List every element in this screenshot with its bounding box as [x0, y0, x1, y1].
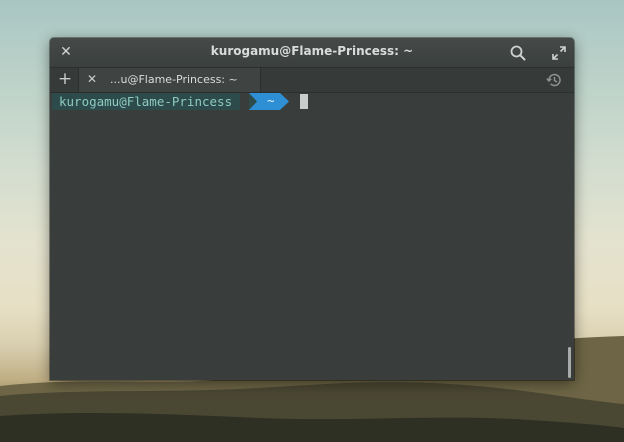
scrollbar[interactable] [568, 347, 571, 378]
tab-terminal[interactable]: ✕ ...u@Flame-Princess: ~ [79, 68, 261, 92]
plus-icon[interactable]: + [52, 68, 79, 92]
tab-bar: + ✕ ...u@Flame-Princess: ~ [50, 68, 574, 93]
tab-label: ...u@Flame-Princess: ~ [110, 73, 238, 86]
prompt-user-segment: kurogamu@Flame-Princess [52, 93, 241, 110]
window-title: kurogamu@Flame-Princess: ~ [210, 44, 414, 58]
prompt-dir-segment: ~ [267, 93, 275, 108]
history-icon[interactable] [545, 71, 563, 89]
search-icon[interactable] [509, 44, 527, 62]
maximize-icon[interactable] [550, 44, 568, 62]
terminal-area[interactable]: kurogamu@Flame-Princess ~ [50, 93, 574, 380]
window-titlebar[interactable]: ✕ kurogamu@Flame-Princess: ~ [50, 38, 574, 68]
terminal-window: ✕ kurogamu@Flame-Princess: ~ + ✕ ...u@Fl… [50, 38, 574, 380]
close-icon[interactable]: ✕ [85, 68, 99, 92]
text-cursor [300, 94, 308, 109]
